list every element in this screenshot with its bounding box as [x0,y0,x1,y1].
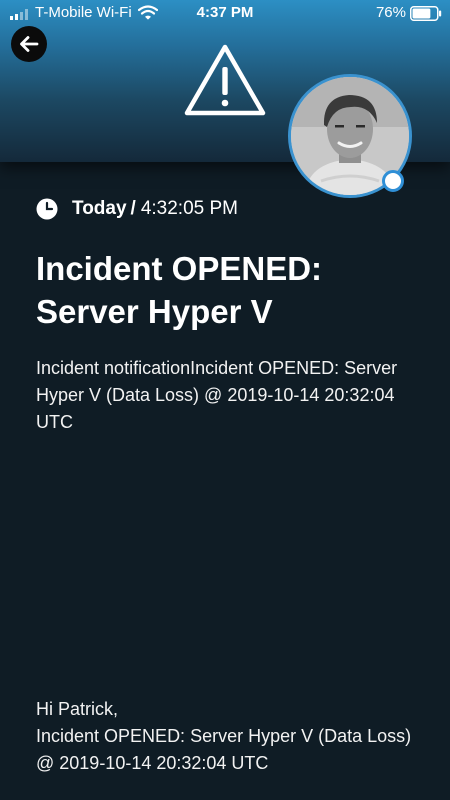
online-status-indicator [382,170,404,192]
timestamp-separator: / [130,198,136,219]
arrow-left-icon [20,36,39,52]
battery-icon [410,6,442,21]
incident-message: Hi Patrick, Incident OPENED: Server Hype… [36,696,426,777]
incident-title: Incident OPENED: Server Hyper V [36,250,323,330]
battery-percentage: 76% [375,4,406,21]
incident-summary: Incident notificationIncident OPENED: Se… [36,358,398,432]
timestamp-time: 4:32:05 PM [140,198,238,219]
timestamp-day: Today [72,198,127,219]
message-greeting: Hi Patrick, [36,699,119,719]
back-button[interactable] [11,26,47,62]
incident-timestamp: Today / 4:32:05 PM [36,196,238,222]
status-bar: T-Mobile Wi-Fi 4:37 PM 76% [0,0,450,26]
warning-triangle-icon [184,44,266,116]
message-body: Incident OPENED: Server Hyper V (Data Lo… [36,726,412,773]
clock-icon [36,198,58,220]
